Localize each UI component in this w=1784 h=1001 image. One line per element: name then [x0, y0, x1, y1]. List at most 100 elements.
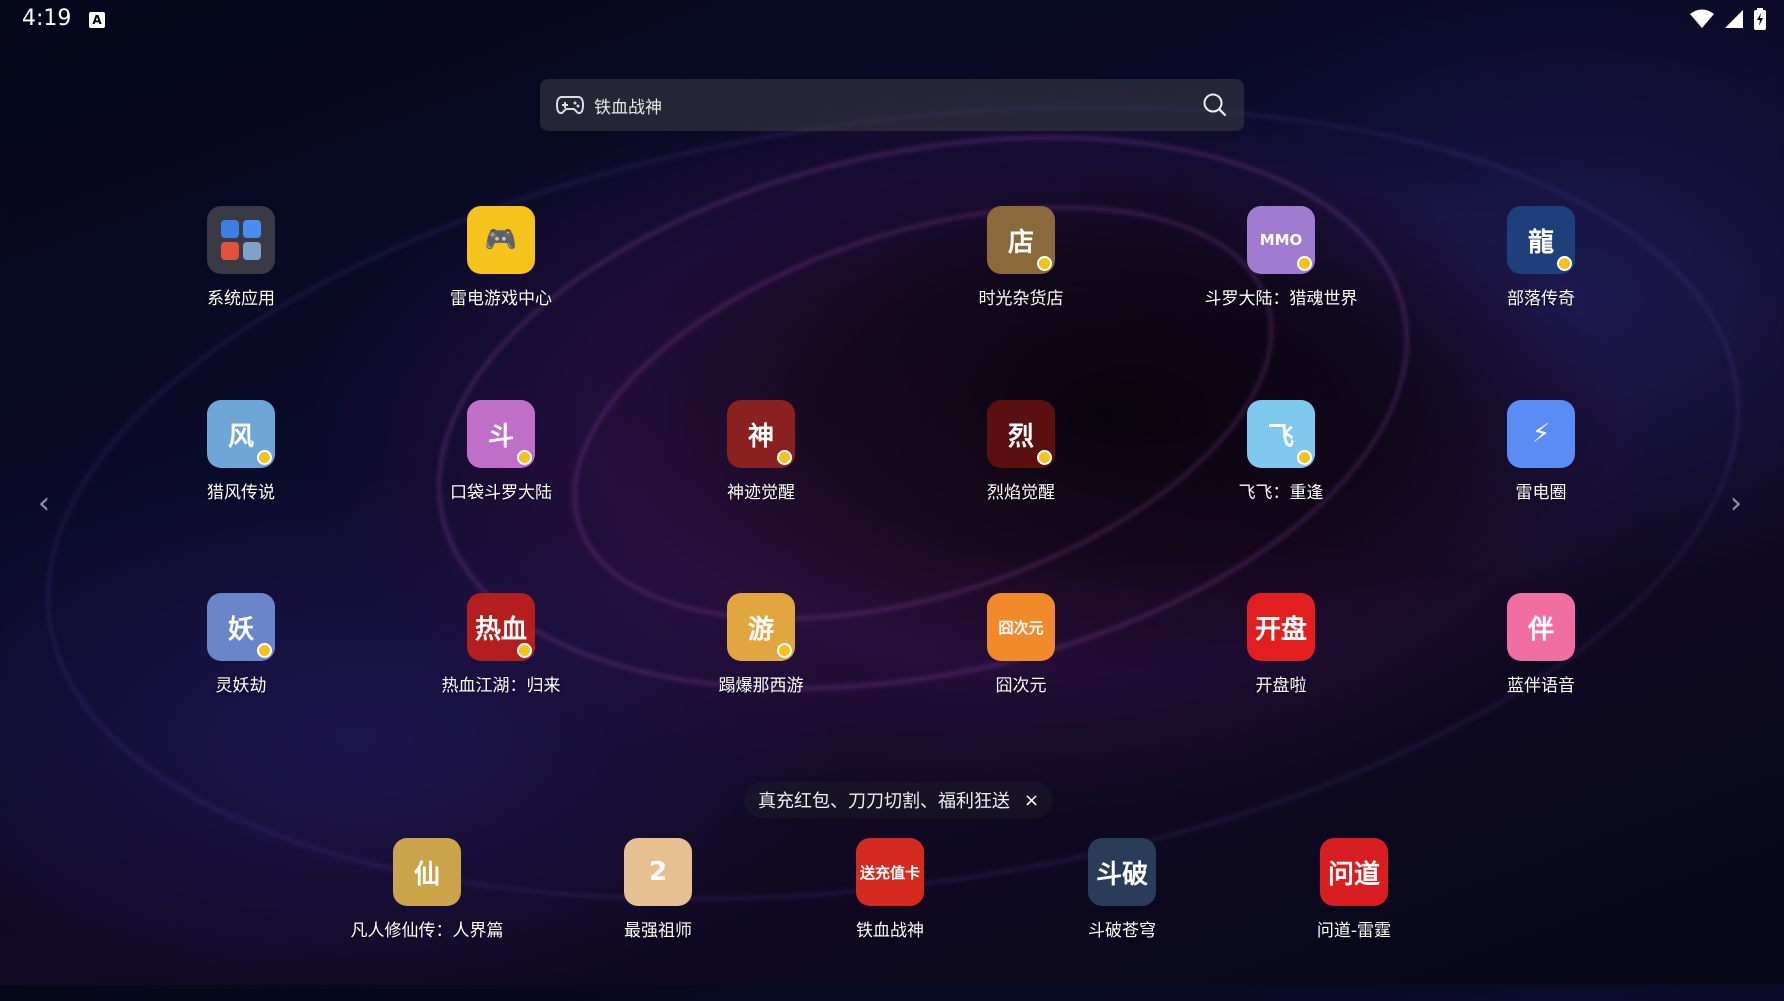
wifi-icon [1690, 9, 1714, 28]
app-label: 飞飞：重逢 [1238, 483, 1324, 503]
app-icon[interactable]: MMO 斗罗大陆：猎魂世界 [1171, 206, 1391, 309]
search-bar[interactable]: 铁血战神 [540, 79, 1244, 131]
app-label: 铁血战神 [856, 921, 924, 941]
app-icon[interactable]: 伴蓝伴语音 [1431, 593, 1651, 696]
app-label: 神迹觉醒 [727, 483, 795, 503]
app-icon-image: 飞 [1247, 400, 1315, 468]
app-icon[interactable]: 游蹋爆那西游 [651, 593, 871, 696]
app-icon[interactable]: 热血热血江湖：归来 [391, 593, 611, 696]
promo-banner-text: 真充红包、刀刀切割、福利狂送 [758, 791, 1010, 812]
system-icons [1690, 8, 1766, 30]
app-icon-image: 囧次元 [987, 593, 1055, 661]
app-icon[interactable]: 囧次元 囧次元 [911, 593, 1131, 696]
app-icon-image: 2 [624, 838, 692, 906]
app-icon[interactable]: 问道问道-雷霆 [1244, 838, 1464, 941]
app-icon[interactable]: 风猎风传说 [131, 400, 351, 503]
app-icon[interactable]: 店时光杂货店 [911, 206, 1131, 309]
app-icon[interactable]: 斗口袋斗罗大陆 [391, 400, 611, 503]
app-icon-image: 伴 [1507, 593, 1575, 661]
app-icon-glyph: 妖 [227, 614, 254, 645]
game-badge-icon [777, 450, 792, 465]
app-label: 蓝伴语音 [1507, 676, 1575, 696]
app-icon-image: 龍 [1507, 206, 1575, 274]
app-label: 时光杂货店 [978, 289, 1064, 309]
game-badge-icon [517, 450, 532, 465]
app-icon-image: 🎮 [467, 206, 535, 274]
app-label: 热血江湖：归来 [441, 676, 561, 696]
app-label: 雷电游戏中心 [450, 289, 552, 309]
app-icon[interactable]: 斗破 斗破苍穹 [1012, 838, 1232, 941]
app-icon-image: 神 [727, 400, 795, 468]
app-icon[interactable]: 龍部落传奇 [1431, 206, 1651, 309]
app-icon[interactable]: 仙凡人修仙传：人界篇 [317, 838, 537, 941]
app-icon-glyph: 问道 [1327, 859, 1380, 890]
status-bar: 4:19 A [0, 0, 1784, 40]
app-icon[interactable]: 送充值卡 铁血战神 [780, 838, 1000, 941]
battery-icon [1754, 8, 1766, 30]
app-label: 系统应用 [207, 289, 275, 309]
app-icon[interactable]: 烈烈焰觉醒 [911, 400, 1131, 503]
game-badge-icon [257, 643, 272, 658]
game-badge-icon [1037, 256, 1052, 271]
app-icon-glyph: 2 [648, 857, 668, 887]
app-label: 雷电圈 [1515, 483, 1567, 503]
search-icon[interactable] [1202, 92, 1228, 118]
app-label: 猎风传说 [207, 483, 275, 503]
app-label: 蹋爆那西游 [718, 676, 804, 696]
status-time: 4:19 [22, 6, 72, 31]
app-icon-image: 妖 [207, 593, 275, 661]
app-label: 斗罗大陆：猎魂世界 [1204, 289, 1358, 309]
app-icon-image: 店 [987, 206, 1055, 274]
app-icon[interactable]: 神神迹觉醒 [651, 400, 871, 503]
app-icon[interactable]: 开盘 开盘啦 [1171, 593, 1391, 696]
search-input[interactable]: 铁血战神 [594, 93, 662, 118]
app-icon-glyph: 烈 [1007, 421, 1034, 452]
app-icon[interactable]: 2 最强祖师 [548, 838, 768, 941]
folder-icon [221, 220, 261, 260]
app-icon-glyph: 开盘 [1254, 614, 1307, 645]
app-icon-image [207, 206, 275, 274]
app-label: 问道-雷霆 [1316, 921, 1392, 941]
app-icon[interactable]: 飞飞飞：重逢 [1171, 400, 1391, 503]
app-icon-image: 热血 [467, 593, 535, 661]
app-icon-glyph: 热血 [474, 614, 527, 645]
notification-a-icon: A [89, 12, 105, 28]
app-icon-glyph: 游 [747, 614, 774, 645]
app-icon[interactable]: ⚡ 雷电圈 [1431, 400, 1651, 503]
app-icon-glyph: 囧次元 [998, 618, 1044, 637]
app-icon-image: 问道 [1320, 838, 1388, 906]
close-icon[interactable]: × [1024, 790, 1039, 811]
game-badge-icon [517, 643, 532, 658]
app-icon[interactable]: 妖灵妖劫 [131, 593, 351, 696]
game-badge-icon [1297, 256, 1312, 271]
app-icon-glyph: 斗破 [1095, 859, 1148, 890]
game-badge-icon [1297, 450, 1312, 465]
app-icon-image: 送充值卡 [856, 838, 924, 906]
app-label: 口袋斗罗大陆 [450, 483, 552, 503]
game-badge-icon [1557, 256, 1572, 271]
app-icon-image: 游 [727, 593, 795, 661]
app-icon-image: 风 [207, 400, 275, 468]
prev-page-arrow-icon[interactable]: ‹ [38, 486, 50, 521]
app-icon-image: 仙 [393, 838, 461, 906]
app-icon[interactable]: 🎮 雷电游戏中心 [391, 206, 611, 309]
app-label: 烈焰觉醒 [987, 483, 1055, 503]
app-icon-glyph: 斗 [487, 421, 514, 452]
game-badge-icon [1037, 450, 1052, 465]
app-icon-image: 斗 [467, 400, 535, 468]
app-label: 部落传奇 [1507, 289, 1575, 309]
app-icon-glyph: MMO [1259, 231, 1303, 249]
promo-banner[interactable]: 真充红包、刀刀切割、福利狂送 × [744, 782, 1054, 818]
app-icon-glyph: 风 [227, 421, 254, 452]
next-page-arrow-icon[interactable]: › [1730, 486, 1742, 521]
app-icon[interactable]: 系统应用 [131, 206, 351, 309]
app-label: 囧次元 [995, 676, 1047, 696]
app-icon-glyph: 飞 [1267, 421, 1294, 452]
app-icon-glyph: 店 [1007, 227, 1034, 258]
app-icon-image: MMO [1247, 206, 1315, 274]
app-label: 凡人修仙传：人界篇 [350, 921, 504, 941]
app-icon-glyph: ⚡ [1531, 419, 1551, 449]
app-icon-image: 烈 [987, 400, 1055, 468]
app-label: 开盘啦 [1255, 676, 1307, 696]
app-icon-image: ⚡ [1507, 400, 1575, 468]
